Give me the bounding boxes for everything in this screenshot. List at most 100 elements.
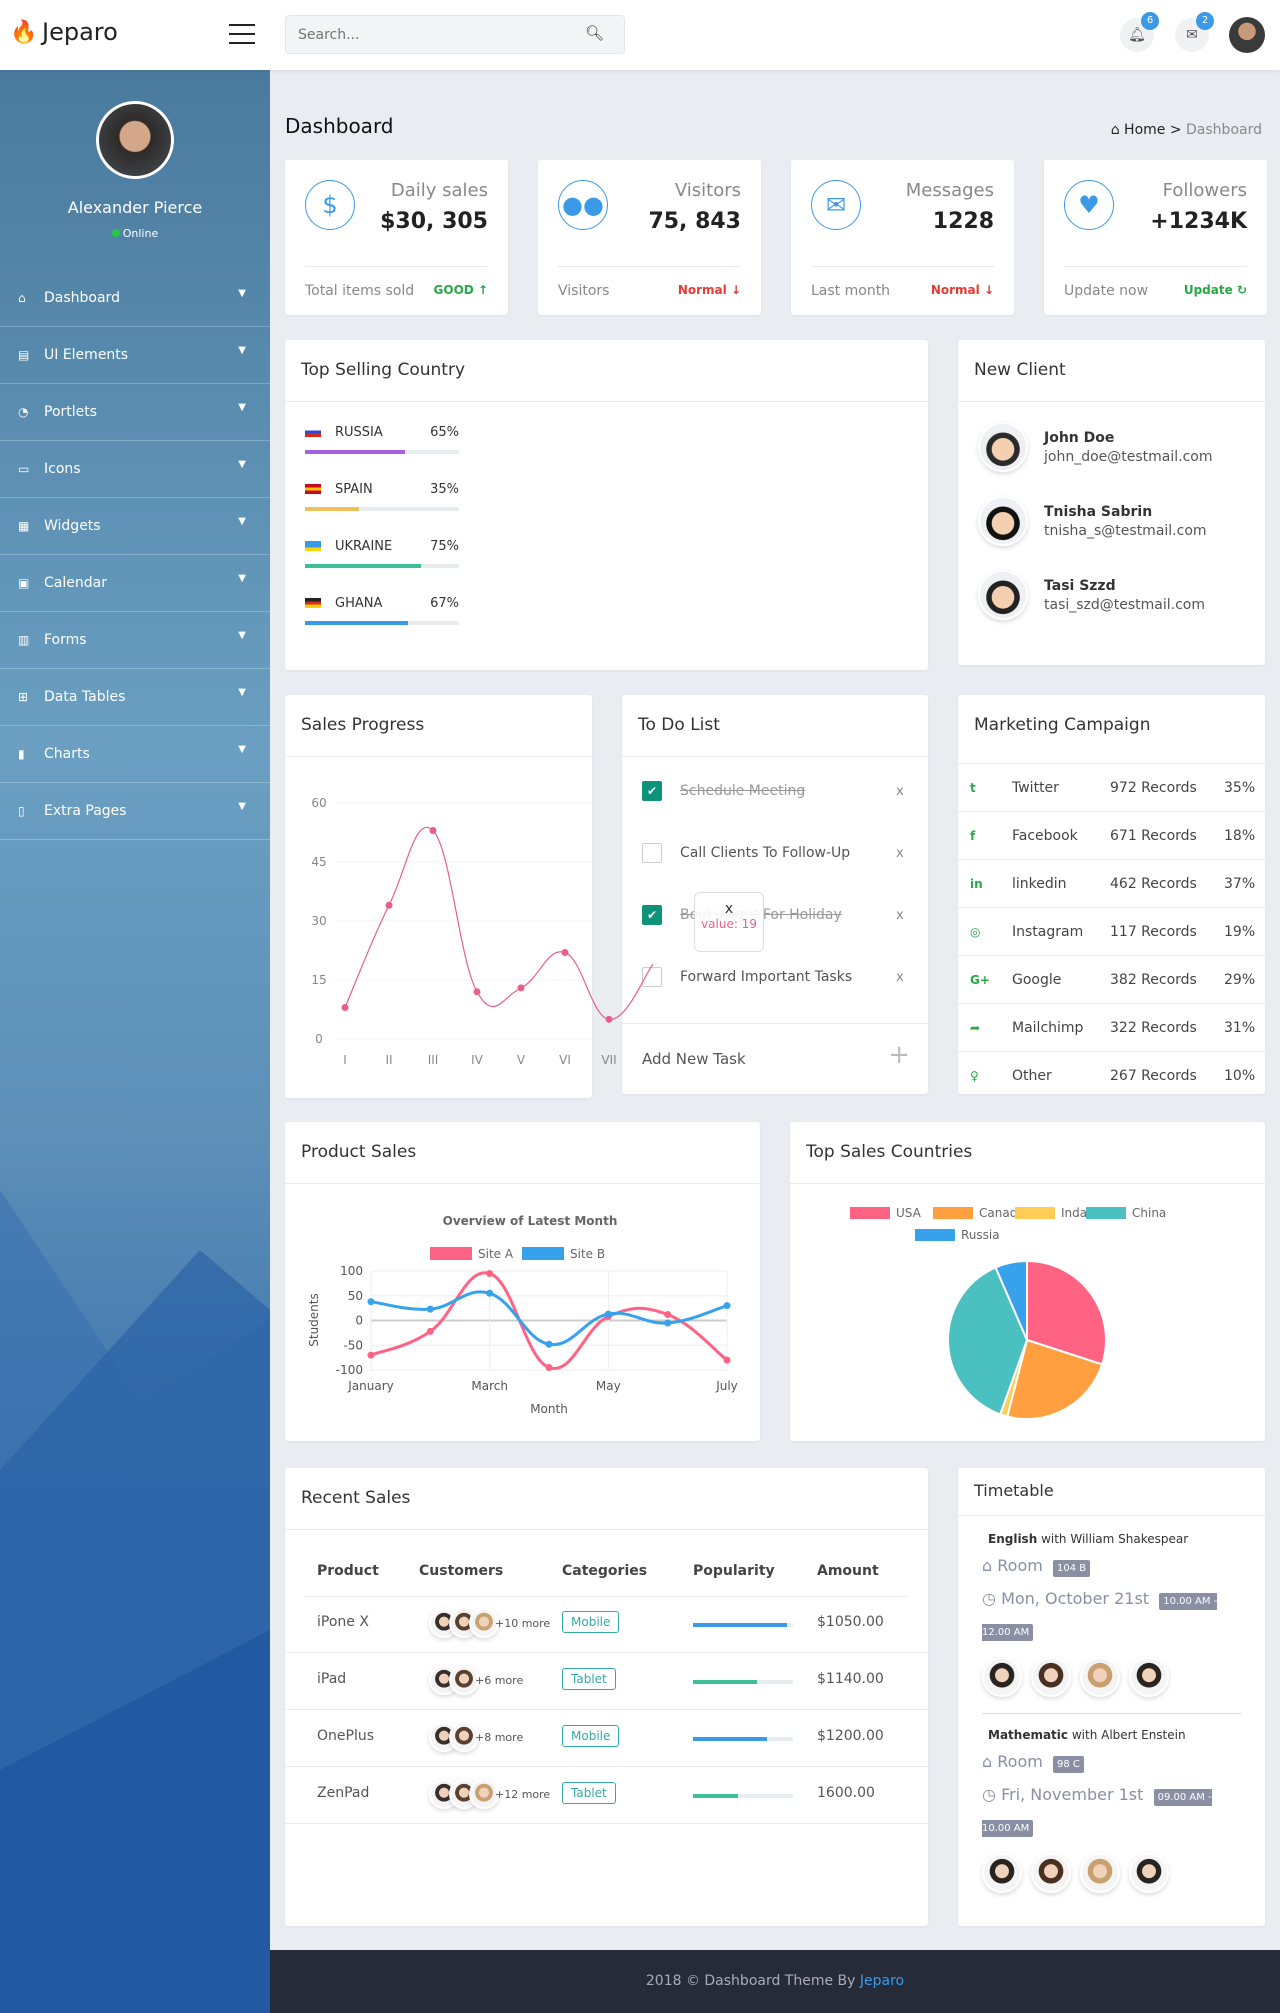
footer-link[interactable]: Jeparo (860, 1973, 904, 1989)
client-name: Tasi Szzd (1044, 577, 1116, 594)
data-point[interactable] (385, 901, 393, 909)
todo-list-card: To Do List ✔ Schedule Meeting x Call Clie… (622, 695, 928, 1094)
sidebar-item[interactable]: ▭ Icons ▼ (0, 441, 270, 498)
product-name: iPone X (317, 1614, 369, 1630)
campaign-name: Google (1012, 971, 1062, 988)
plus-icon[interactable]: + (888, 1040, 910, 1070)
chart-title: Overview of Latest Month (443, 1214, 618, 1228)
laptop-icon: ▭ (18, 462, 30, 476)
more-customers[interactable]: +12 more (495, 1788, 550, 1801)
todo-checkbox[interactable]: ✔ (642, 781, 662, 801)
data-point[interactable] (664, 1319, 672, 1327)
more-customers[interactable]: +8 more (475, 1731, 523, 1744)
data-point[interactable] (664, 1311, 672, 1319)
client-item[interactable]: Tasi Szzd tasi_szd@testmail.com (978, 570, 1205, 620)
country-percent: 65% (430, 424, 459, 440)
legend-label: Site B (570, 1247, 605, 1261)
remove-icon[interactable]: x (896, 970, 904, 985)
hamburger-menu-icon[interactable] (229, 24, 255, 44)
client-item[interactable]: Tnisha Sabrin tnisha_s@testmail.com (978, 496, 1207, 546)
stat-status[interactable]: Normal ↓ (678, 283, 741, 297)
stat-status[interactable]: Normal ↓ (931, 283, 994, 297)
remove-icon[interactable]: x (896, 908, 904, 923)
data-point[interactable] (545, 1340, 553, 1348)
stat-footer: Last month (811, 283, 891, 299)
card-title: Top Selling Country (285, 340, 928, 402)
sidebar-item[interactable]: ▯ Extra Pages ▼ (0, 783, 270, 840)
legend-swatch (430, 1247, 472, 1260)
avatar (1080, 1853, 1120, 1893)
todo-checkbox[interactable]: ✔ (642, 905, 662, 925)
bar-chart-icon: ▮ (18, 747, 25, 761)
add-new-task[interactable]: Add New Task (642, 1050, 746, 1068)
category-tag[interactable]: Mobile (562, 1725, 620, 1747)
stat-status[interactable]: Update ↻ (1184, 283, 1247, 297)
sidebar-item[interactable]: ▥ Forms ▼ (0, 612, 270, 669)
profile-name: Alexander Pierce (67, 198, 203, 217)
remove-icon[interactable]: x (896, 846, 904, 861)
more-customers[interactable]: +6 more (475, 1674, 523, 1687)
legend-swatch (915, 1229, 955, 1241)
new-client-card: New Client John Doe john_doe@testmail.com… (958, 340, 1265, 665)
data-point[interactable] (517, 984, 525, 992)
category-tag[interactable]: Tablet (562, 1782, 616, 1804)
amount: $1050.00 (817, 1614, 884, 1630)
profile-avatar[interactable] (96, 101, 174, 179)
todo-checkbox[interactable] (642, 843, 662, 863)
breadcrumb-home[interactable]: Home (1124, 122, 1165, 138)
campaign-records: 267 Records (1110, 1067, 1197, 1084)
client-item[interactable]: John Doe john_doe@testmail.com (978, 422, 1213, 472)
sidebar-item-label: Forms (44, 632, 87, 648)
data-point[interactable] (561, 948, 569, 956)
more-customers[interactable]: +10 more (495, 1617, 550, 1630)
status-label: Normal (677, 283, 727, 297)
data-point[interactable] (429, 827, 437, 835)
data-point[interactable] (341, 1004, 349, 1012)
sidebar-item[interactable]: ⌂ Dashboard ▼ (0, 270, 270, 327)
search-icon[interactable]: 🔍︎ (585, 24, 604, 42)
client-email: tnisha_s@testmail.com (1044, 522, 1207, 539)
data-point[interactable] (486, 1269, 494, 1277)
caret-down-icon: ▼ (238, 744, 246, 755)
y-tick-label: 50 (348, 1289, 363, 1303)
data-point[interactable] (367, 1298, 375, 1306)
data-point[interactable] (426, 1327, 434, 1335)
user-avatar[interactable] (1229, 17, 1265, 53)
data-point[interactable] (426, 1305, 434, 1313)
envelope-icon: ✉ (811, 180, 861, 230)
stat-footer: Visitors (558, 283, 610, 299)
data-point[interactable] (723, 1302, 731, 1310)
remove-icon[interactable]: x (896, 784, 904, 799)
sidebar-item[interactable]: ▣ Calendar ▼ (0, 555, 270, 612)
sidebar-item[interactable]: ▦ Widgets ▼ (0, 498, 270, 555)
category-tag[interactable]: Tablet (562, 1668, 616, 1690)
stat-title: Messages (905, 180, 994, 201)
category-tag[interactable]: Mobile (562, 1611, 620, 1633)
brand-logo[interactable]: Jeparo (42, 18, 118, 46)
stat-status[interactable]: GOOD ↑ (434, 283, 488, 297)
column-header: Customers (419, 1563, 504, 1579)
data-point[interactable] (367, 1351, 375, 1359)
data-point[interactable] (545, 1364, 553, 1372)
campaign-percent: 37% (1224, 875, 1256, 892)
product-name: iPad (317, 1671, 347, 1687)
campaign-name: Mailchimp (1012, 1019, 1084, 1036)
sidebar-item[interactable]: ◔ Portlets ▼ (0, 384, 270, 441)
search-input[interactable] (286, 16, 566, 53)
avatar (1080, 1657, 1120, 1697)
sidebar-item[interactable]: ▮ Charts ▼ (0, 726, 270, 783)
table-row: OnePlus +8 more Mobile $1200.00 (285, 1710, 928, 1767)
dollar-icon: $ (305, 180, 355, 230)
tooltip-close-icon[interactable]: x (695, 901, 763, 917)
popularity-bar (693, 1794, 793, 1798)
data-point[interactable] (605, 1015, 613, 1023)
caret-down-icon: ▼ (238, 345, 246, 356)
product-sales-card: Product Sales Overview of Latest Month Si… (285, 1122, 760, 1441)
data-point[interactable] (486, 1289, 494, 1297)
data-point[interactable] (604, 1310, 612, 1318)
data-point[interactable] (723, 1356, 731, 1364)
campaign-percent: 35% (1224, 779, 1256, 796)
sidebar-item[interactable]: ⊞ Data Tables ▼ (0, 669, 270, 726)
sidebar-item[interactable]: ▤ UI Elements ▼ (0, 327, 270, 384)
data-point[interactable] (473, 988, 481, 996)
